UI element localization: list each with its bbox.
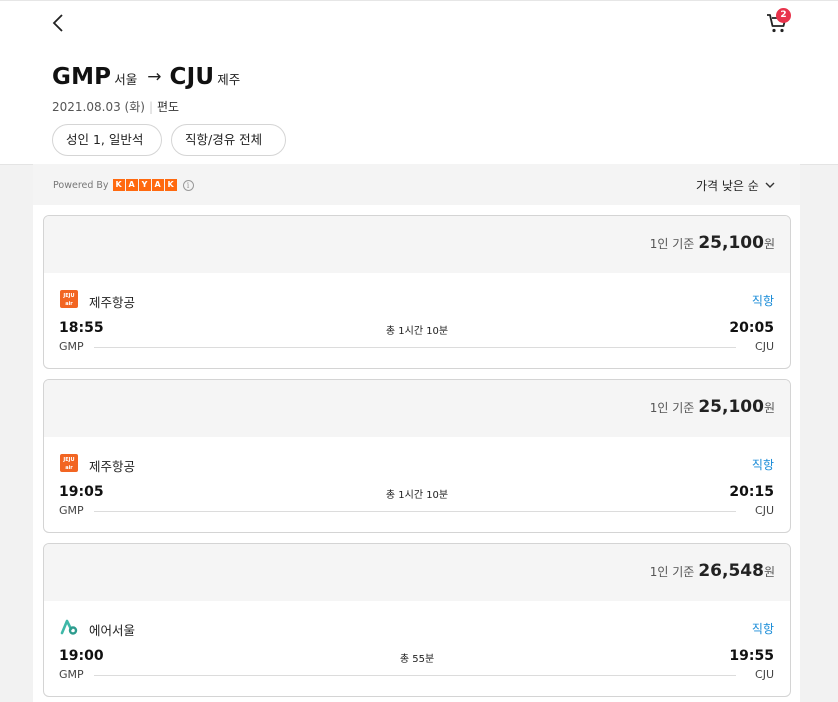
route-title: GMP 서울 → CJU 제주 [52,64,250,90]
jeju-air-logo: JEJU air [60,290,78,308]
info-icon[interactable]: i [182,179,194,191]
price-basis: 1인 기준 [649,237,695,251]
price-info: 1인 기준 25,100 원 [650,397,775,417]
price-info: 1인 기준 25,100 원 [650,233,775,253]
trip-date-line: 2021.08.03 (화) | 편도 [52,98,179,115]
flight-duration: 총 1시간 10분 [385,490,449,501]
air-seoul-logo [60,618,78,636]
stops-label: 직항 [751,458,774,472]
kayak-letter: K [164,179,177,191]
chevron-left-icon [52,14,63,32]
flight-search-results-page: 2 GMP 서울 → CJU 제주 2021.08.03 (화) | 편도 성인 1… [0,0,838,702]
powered-by-kayak: Powered By K A Y A K i [53,179,194,191]
card-price-header: 1인 기준 25,100 원 [44,216,790,273]
flight-duration: 총 1시간 10분 [385,326,449,337]
stops-filter[interactable]: 직항/경유 전체 [171,124,286,156]
kayak-logo: K A Y A K [112,179,178,191]
jeju-air-logo: JEJU air [60,454,78,472]
flight-card[interactable]: 1인 기준 25,100 원 JEJU air 제주항공 직항 19:05 총 … [43,379,791,533]
destination-city: 제주 [217,72,241,87]
arrival-airport: CJU [755,668,774,681]
card-price-header: 1인 기준 25,100 원 [44,380,790,437]
price-amount: 25,100 [698,233,764,253]
flight-card[interactable]: 1인 기준 25,100 원 JEJU air 제주항공 직항 18:55 총 … [43,215,791,369]
arrival-airport: CJU [755,340,774,353]
price-currency: 원 [763,237,775,251]
price-currency: 원 [763,565,775,579]
route-line [94,511,736,512]
departure-airport: GMP [59,340,84,353]
kayak-letter: Y [138,179,151,191]
flight-card[interactable]: 1인 기준 26,548 원 에어서울 직항 19:00 총 55분 19:55… [43,543,791,697]
flight-duration: 총 55분 [399,654,435,665]
departure-airport: GMP [59,504,84,517]
top-border [0,0,838,1]
card-price-header: 1인 기준 26,548 원 [44,544,790,601]
arrival-time: 20:15 [729,484,774,500]
sort-label: 가격 낮은 순 [696,179,759,193]
stops-label: 직항 [751,622,774,636]
price-amount: 26,548 [698,561,764,581]
date-separator: | [148,100,153,114]
arrival-airport: CJU [755,504,774,517]
origin-city: 서울 [114,72,138,87]
route-line [94,675,736,676]
airline-name: 에어서울 [89,623,136,638]
kayak-letter: K [112,179,125,191]
price-info: 1인 기준 26,548 원 [650,561,775,581]
cart-count-badge: 2 [776,8,791,23]
route-line [94,347,736,348]
kayak-letter: A [125,179,138,191]
travel-date: 2021.08.03 (화) [52,100,145,114]
stops-label: 직항 [751,294,774,308]
kayak-letter: A [151,179,164,191]
price-amount: 25,100 [698,397,764,417]
trip-type: 편도 [156,100,180,114]
passenger-class-filter[interactable]: 성인 1, 일반석 [52,124,162,156]
arrival-time: 20:05 [729,320,774,336]
air-seoul-logo-icon [60,619,78,635]
price-basis: 1인 기준 [649,401,695,415]
price-currency: 원 [763,401,775,415]
sort-dropdown[interactable]: 가격 낮은 순 [696,177,775,194]
destination-code: CJU [169,64,215,90]
departure-airport: GMP [59,668,84,681]
price-basis: 1인 기준 [649,565,695,579]
back-button[interactable] [50,12,70,34]
arrival-time: 19:55 [729,648,774,664]
airline-name: 제주항공 [89,295,136,310]
airline-name: 제주항공 [89,459,136,474]
origin-code: GMP [52,64,112,90]
route-arrow: → [147,67,162,87]
powered-by-label: Powered By [53,179,109,191]
chevron-down-icon [765,182,775,188]
